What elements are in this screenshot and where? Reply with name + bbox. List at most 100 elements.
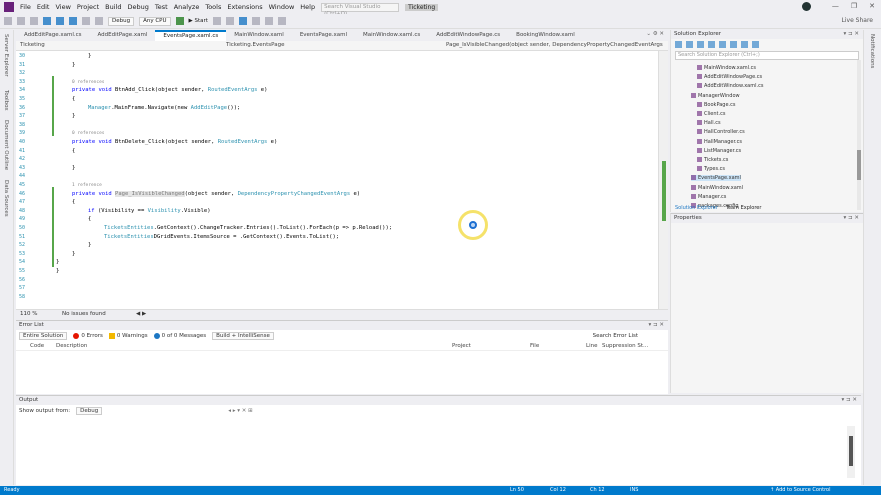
- scroll-thumb[interactable]: [857, 150, 861, 180]
- menu-extensions[interactable]: Extensions: [227, 3, 262, 11]
- tab-addeditwindowpage-cs[interactable]: AddEditWindowPage.cs: [428, 30, 508, 41]
- solution-tree-item[interactable]: Types.cs: [697, 166, 725, 172]
- tab-team-explorer[interactable]: Team Explorer: [726, 205, 762, 211]
- tab-addeditpage-cs[interactable]: AddEditPage.xaml.cs: [16, 30, 90, 41]
- data-sources-tab[interactable]: Data Sources: [3, 180, 9, 217]
- solution-tree-item[interactable]: MainWindow.xaml.cs: [697, 65, 756, 71]
- solution-tree-item[interactable]: AddEditWindowPage.cs: [697, 74, 762, 80]
- project-dropdown[interactable]: Ticketing: [20, 42, 45, 48]
- document-outline-tab[interactable]: Document Outline: [3, 120, 9, 170]
- solution-tree-item[interactable]: ListManager.cs: [697, 147, 741, 154]
- scope-dropdown[interactable]: Entire Solution: [19, 331, 68, 340]
- notifications-tab[interactable]: Notifications: [869, 34, 875, 68]
- menu-analyze[interactable]: Analyze: [174, 3, 200, 11]
- scroll-thumb[interactable]: [849, 436, 853, 466]
- col-description[interactable]: Description: [56, 343, 87, 349]
- save-all-icon[interactable]: [69, 17, 77, 25]
- platform-select[interactable]: Any CPU: [139, 16, 171, 26]
- toolbox-tab[interactable]: Toolbox: [3, 90, 9, 111]
- messages-filter[interactable]: 0 of 0 Messages: [153, 332, 206, 339]
- properties-icon[interactable]: [741, 41, 748, 48]
- add-to-source-control-button[interactable]: ↑ Add to Source Control: [770, 487, 831, 493]
- close-button[interactable]: ✕: [869, 2, 875, 10]
- menu-file[interactable]: File: [20, 3, 31, 11]
- menu-build[interactable]: Build: [105, 3, 121, 11]
- menu-view[interactable]: View: [55, 3, 70, 11]
- solution-tree-item[interactable]: Client.cs: [697, 111, 725, 117]
- solution-tree-item[interactable]: Hall.cs: [697, 120, 721, 126]
- panel-controls[interactable]: ▾ ⊐ ✕: [844, 214, 859, 223]
- tab-solution-explorer[interactable]: Solution Explorer: [675, 205, 718, 211]
- menu-debug[interactable]: Debug: [128, 3, 149, 11]
- solution-search-input[interactable]: Search Solution Explorer (Ctrl+;): [675, 51, 859, 60]
- issues-indicator[interactable]: No issues found: [62, 311, 106, 317]
- undo-icon[interactable]: [82, 17, 90, 25]
- solution-tree-item[interactable]: HallManager.cs: [697, 138, 742, 145]
- menu-project[interactable]: Project: [77, 3, 99, 11]
- back-icon[interactable]: [4, 17, 12, 25]
- tab-bookingwindow-xaml[interactable]: BookingWindow.xaml: [508, 30, 583, 41]
- code-editor[interactable]: 30 31 32 33 34 35 36 37 38 39 40 41 42 43 44 45 46 47 48 49…: [16, 51, 658, 309]
- solution-tree-item[interactable]: Tickets.cs: [697, 157, 728, 163]
- menu-help[interactable]: Help: [300, 3, 315, 11]
- col-line[interactable]: Line: [586, 343, 597, 349]
- start-icon[interactable]: [175, 17, 184, 25]
- redo-icon[interactable]: [95, 17, 103, 25]
- col-code[interactable]: Code: [30, 343, 44, 349]
- show-all-icon[interactable]: [730, 41, 737, 48]
- output-scrollbar[interactable]: [847, 426, 855, 478]
- sync-icon[interactable]: [697, 41, 704, 48]
- errors-filter[interactable]: 0 Errors: [73, 332, 103, 339]
- solution-tree-item[interactable]: MainWindow.xaml: [691, 184, 743, 191]
- panel-controls[interactable]: ▾ ⊐ ✕: [842, 396, 857, 405]
- solution-tree-item[interactable]: Manager.cs: [691, 193, 726, 200]
- output-source-dropdown[interactable]: Debug: [76, 406, 103, 415]
- tab-eventspage-xaml[interactable]: EventsPage.xaml: [292, 30, 355, 41]
- search-input[interactable]: Search Visual Studio (Ctrl+Q): [321, 2, 400, 17]
- editor-scrollbar[interactable]: [658, 51, 668, 309]
- preview-icon[interactable]: [752, 41, 759, 48]
- refresh-icon[interactable]: [708, 41, 715, 48]
- solution-scrollbar[interactable]: [857, 60, 861, 210]
- solution-tree-item[interactable]: HallController.cs: [697, 129, 745, 135]
- forward-icon[interactable]: [17, 17, 25, 25]
- tab-eventspage-cs[interactable]: EventsPage.xaml.cs: [155, 30, 227, 41]
- start-button[interactable]: ▶ Start: [189, 18, 208, 24]
- warnings-filter[interactable]: 0 Warnings: [108, 332, 148, 339]
- back-icon[interactable]: [686, 41, 693, 48]
- server-explorer-tab[interactable]: Server Explorer: [3, 34, 9, 77]
- col-project[interactable]: Project: [452, 343, 471, 349]
- maximize-button[interactable]: ❐: [851, 2, 857, 10]
- zoom-level[interactable]: 110 %: [20, 311, 37, 317]
- configuration-select[interactable]: Debug: [108, 16, 135, 26]
- issue-navigation[interactable]: ◀ ▶: [136, 311, 146, 317]
- toolbar-tool-icon[interactable]: [238, 17, 247, 25]
- toolbar-tool-icon[interactable]: [264, 17, 273, 25]
- class-dropdown[interactable]: Ticketing.EventsPage: [226, 42, 284, 48]
- solution-tree-item[interactable]: ManagerWindow: [691, 92, 740, 99]
- col-file[interactable]: File: [530, 343, 539, 349]
- build-filter-dropdown[interactable]: Build + IntelliSense: [212, 331, 274, 340]
- minimize-button[interactable]: —: [832, 2, 839, 10]
- member-dropdown[interactable]: Page_IsVisibleChanged(object sender, Dep…: [446, 42, 664, 48]
- toolbar-tool-icon[interactable]: [225, 17, 234, 25]
- panel-controls[interactable]: ▾ ⊐ ✕: [844, 30, 859, 39]
- home-icon[interactable]: [675, 41, 682, 48]
- menu-tools[interactable]: Tools: [205, 3, 221, 11]
- tab-controls[interactable]: ⌄ ⚙ ✕: [646, 31, 664, 37]
- save-icon[interactable]: [56, 17, 64, 25]
- toolbar-tool-icon[interactable]: [212, 17, 221, 25]
- account-avatar[interactable]: [802, 2, 811, 11]
- menu-edit[interactable]: Edit: [37, 3, 50, 11]
- toolbar-tool-icon[interactable]: [251, 17, 260, 25]
- tab-mainwindow-xaml[interactable]: MainWindow.xaml: [226, 30, 292, 41]
- col-suppression[interactable]: Suppression St...: [602, 343, 648, 349]
- open-icon[interactable]: [43, 17, 51, 25]
- error-search-input[interactable]: Search Error List: [593, 333, 638, 339]
- solution-tree-item[interactable]: BookPage.cs: [697, 101, 736, 108]
- panel-controls[interactable]: ▾ ⊐ ✕: [649, 321, 664, 330]
- collapse-icon[interactable]: [719, 41, 726, 48]
- new-item-icon[interactable]: [30, 17, 38, 25]
- solution-tree-item[interactable]: EventsPage.xaml: [691, 175, 741, 182]
- menu-test[interactable]: Test: [155, 3, 168, 11]
